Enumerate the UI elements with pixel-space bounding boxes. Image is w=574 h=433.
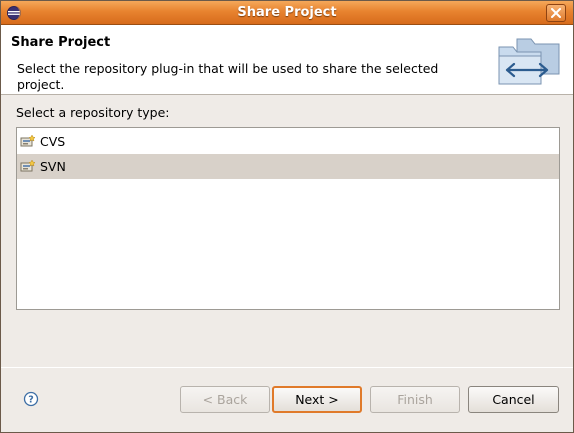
list-item-cvs[interactable]: CVS xyxy=(17,129,559,154)
wizard-description: Select the repository plug-in that will … xyxy=(17,61,439,92)
wizard-header: Share Project Select the repository plug… xyxy=(1,25,573,95)
help-icon[interactable]: ? xyxy=(23,391,39,407)
list-item-svn[interactable]: SVN xyxy=(17,154,559,179)
finish-button[interactable]: Finish xyxy=(370,386,460,413)
button-bar-separator xyxy=(1,367,573,368)
wizard-title: Share Project xyxy=(11,35,111,50)
window-title: Share Project xyxy=(237,5,337,20)
share-project-dialog: Share Project Share Project Select the r… xyxy=(0,0,574,433)
svg-text:?: ? xyxy=(28,395,34,406)
cancel-button[interactable]: Cancel xyxy=(468,386,559,413)
repository-icon xyxy=(20,159,36,172)
list-item-label: SVN xyxy=(40,159,66,174)
repository-type-list[interactable]: CVS SVN xyxy=(16,127,560,310)
repository-type-label: Select a repository type: xyxy=(16,105,170,120)
next-button[interactable]: Next > xyxy=(272,386,362,413)
title-bar[interactable]: Share Project xyxy=(1,1,573,25)
close-button[interactable] xyxy=(546,4,566,22)
share-folders-icon xyxy=(498,38,560,85)
close-icon xyxy=(551,8,561,18)
repository-icon xyxy=(20,134,36,147)
list-item-label: CVS xyxy=(40,134,66,149)
back-button[interactable]: < Back xyxy=(180,386,270,413)
